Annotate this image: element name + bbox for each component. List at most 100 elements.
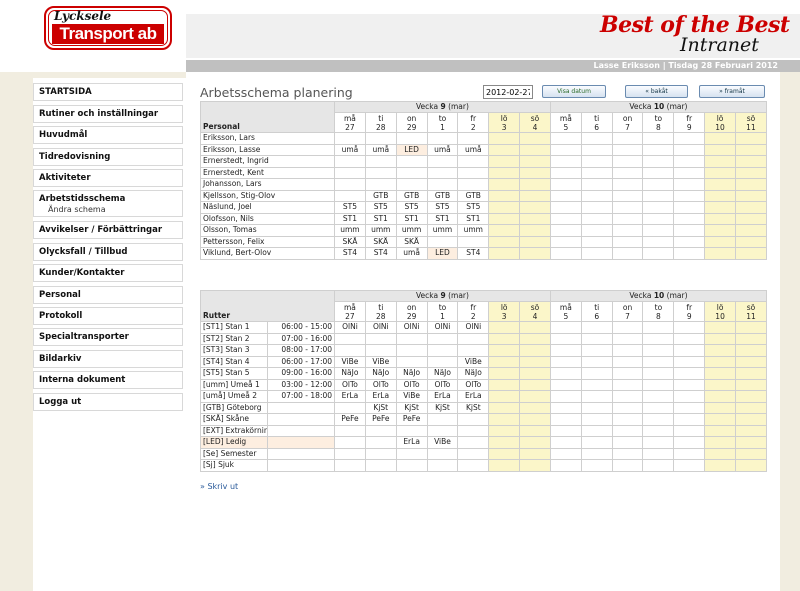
schedule-cell[interactable] xyxy=(642,401,675,414)
schedule-cell[interactable] xyxy=(549,367,582,380)
schedule-cell[interactable] xyxy=(549,401,582,414)
schedule-cell[interactable] xyxy=(580,378,613,391)
schedule-cell[interactable] xyxy=(642,189,675,202)
show-date-button[interactable]: Visa datum xyxy=(542,85,606,98)
route-name[interactable]: [EXT] Extrakörning xyxy=(200,424,268,437)
schedule-cell[interactable]: ErLa xyxy=(426,390,459,403)
schedule-cell[interactable] xyxy=(580,224,613,237)
schedule-cell[interactable] xyxy=(488,166,521,179)
schedule-cell[interactable] xyxy=(673,413,706,426)
schedule-cell[interactable] xyxy=(580,201,613,214)
schedule-cell[interactable] xyxy=(673,390,706,403)
schedule-cell[interactable] xyxy=(426,424,459,437)
schedule-cell[interactable] xyxy=(704,344,736,357)
schedule-cell[interactable] xyxy=(457,413,490,426)
schedule-cell[interactable]: NäJo xyxy=(457,367,490,380)
date-input[interactable] xyxy=(483,85,533,99)
sidebar-item-aktiviteter[interactable]: Aktiviteter xyxy=(33,169,183,187)
schedule-cell[interactable] xyxy=(488,459,521,472)
schedule-cell[interactable] xyxy=(549,247,582,260)
schedule-cell[interactable]: ViBe xyxy=(457,355,490,368)
schedule-cell[interactable]: OlNi xyxy=(395,321,428,334)
schedule-cell[interactable] xyxy=(704,321,736,334)
schedule-cell[interactable]: umå xyxy=(364,143,397,156)
schedule-cell[interactable] xyxy=(488,247,521,260)
schedule-cell[interactable] xyxy=(549,321,582,334)
schedule-cell[interactable] xyxy=(580,447,613,460)
sidebar-item-interna-dokument[interactable]: Interna dokument xyxy=(33,371,183,389)
schedule-cell[interactable] xyxy=(334,166,366,179)
schedule-cell[interactable] xyxy=(704,235,736,248)
schedule-cell[interactable] xyxy=(735,321,767,334)
schedule-cell[interactable] xyxy=(704,212,736,225)
schedule-cell[interactable]: ErLa xyxy=(364,390,397,403)
schedule-cell[interactable]: OlTo xyxy=(364,378,397,391)
schedule-cell[interactable] xyxy=(580,390,613,403)
schedule-cell[interactable] xyxy=(611,247,644,260)
schedule-cell[interactable] xyxy=(364,344,397,357)
schedule-cell[interactable] xyxy=(611,355,644,368)
schedule-cell[interactable] xyxy=(519,143,551,156)
schedule-cell[interactable] xyxy=(519,390,551,403)
schedule-cell[interactable] xyxy=(488,436,521,449)
schedule-cell[interactable] xyxy=(611,189,644,202)
schedule-cell[interactable] xyxy=(580,436,613,449)
schedule-cell[interactable] xyxy=(549,224,582,237)
schedule-cell[interactable] xyxy=(734,224,767,237)
schedule-cell[interactable] xyxy=(519,459,551,472)
schedule-cell[interactable] xyxy=(704,424,736,437)
schedule-cell[interactable] xyxy=(580,132,613,145)
schedule-cell[interactable] xyxy=(642,447,675,460)
schedule-cell[interactable] xyxy=(519,401,551,414)
schedule-cell[interactable] xyxy=(642,143,675,156)
schedule-cell[interactable] xyxy=(704,332,736,345)
route-name[interactable]: [ST4] Stan 4 xyxy=(200,355,268,368)
schedule-cell[interactable]: OlTo xyxy=(334,378,366,391)
schedule-cell[interactable] xyxy=(519,436,551,449)
schedule-cell[interactable] xyxy=(735,378,767,391)
schedule-cell[interactable] xyxy=(611,178,644,191)
schedule-cell[interactable] xyxy=(364,447,397,460)
schedule-cell[interactable] xyxy=(580,367,613,380)
schedule-cell[interactable] xyxy=(549,212,582,225)
schedule-cell[interactable] xyxy=(580,143,613,156)
schedule-cell[interactable]: ST4 xyxy=(457,247,490,260)
schedule-cell[interactable] xyxy=(642,166,675,179)
schedule-cell[interactable] xyxy=(642,321,675,334)
schedule-cell[interactable] xyxy=(488,224,521,237)
schedule-cell[interactable] xyxy=(334,447,366,460)
schedule-cell[interactable] xyxy=(519,189,551,202)
schedule-cell[interactable]: OlNi xyxy=(457,321,490,334)
schedule-cell[interactable] xyxy=(580,413,613,426)
schedule-cell[interactable] xyxy=(673,178,706,191)
schedule-cell[interactable] xyxy=(519,132,551,145)
schedule-cell[interactable] xyxy=(488,424,521,437)
schedule-cell[interactable] xyxy=(426,235,459,248)
schedule-cell[interactable] xyxy=(395,178,428,191)
schedule-cell[interactable] xyxy=(734,143,767,156)
schedule-cell[interactable]: GTB xyxy=(426,189,459,202)
schedule-cell[interactable] xyxy=(334,344,366,357)
schedule-cell[interactable] xyxy=(519,413,551,426)
schedule-cell[interactable]: umå xyxy=(457,143,490,156)
schedule-cell[interactable] xyxy=(334,401,366,414)
schedule-cell[interactable] xyxy=(549,459,582,472)
schedule-cell[interactable] xyxy=(611,436,644,449)
schedule-cell[interactable]: umm xyxy=(457,224,490,237)
schedule-cell[interactable] xyxy=(488,201,521,214)
schedule-cell[interactable] xyxy=(735,436,767,449)
schedule-cell[interactable]: KjSt xyxy=(426,401,459,414)
schedule-cell[interactable] xyxy=(735,355,767,368)
schedule-cell[interactable] xyxy=(549,378,582,391)
schedule-cell[interactable] xyxy=(334,178,366,191)
schedule-cell[interactable] xyxy=(642,344,675,357)
schedule-cell[interactable] xyxy=(611,224,644,237)
schedule-cell[interactable] xyxy=(642,132,675,145)
schedule-cell[interactable]: OlNi xyxy=(334,321,366,334)
schedule-cell[interactable] xyxy=(519,447,551,460)
schedule-cell[interactable] xyxy=(519,247,551,260)
schedule-cell[interactable]: PeFe xyxy=(334,413,366,426)
schedule-cell[interactable]: umm xyxy=(334,224,366,237)
schedule-cell[interactable] xyxy=(611,155,644,168)
schedule-cell[interactable]: PeFe xyxy=(395,413,428,426)
